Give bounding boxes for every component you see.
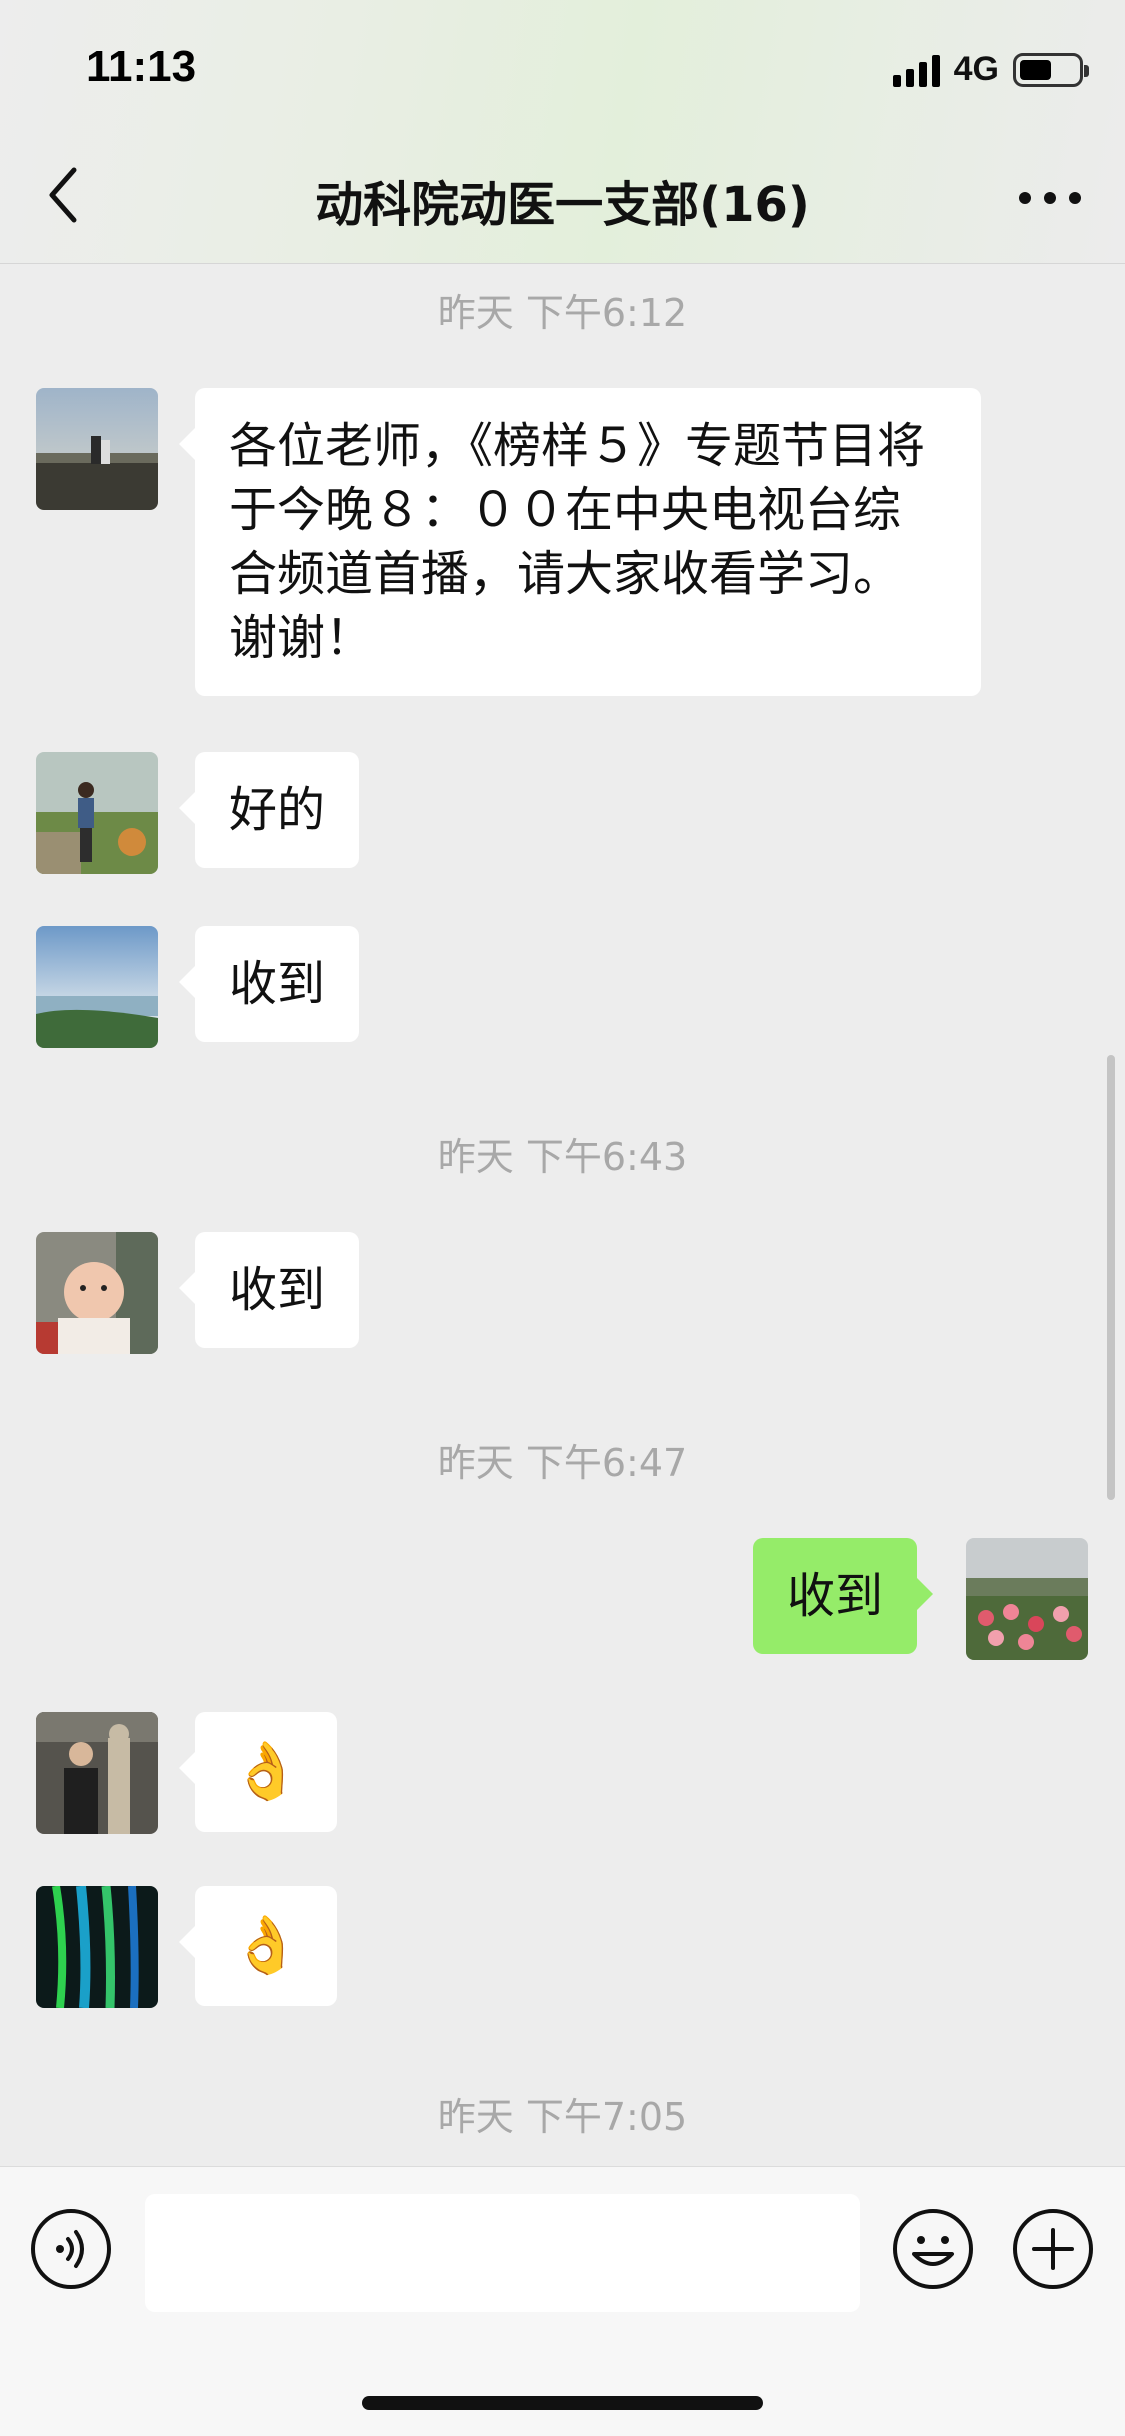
avatar-image bbox=[36, 752, 158, 874]
chat-title: 动科院动医一支部(16) bbox=[315, 177, 810, 233]
avatar[interactable] bbox=[36, 752, 158, 874]
voice-icon bbox=[31, 2209, 111, 2289]
avatar-image bbox=[36, 926, 158, 1048]
avatar-image bbox=[36, 1886, 158, 2008]
my-avatar[interactable] bbox=[966, 1538, 1088, 1660]
message-bubble[interactable]: 👌 bbox=[179, 1886, 337, 2006]
emoji-icon bbox=[893, 2209, 973, 2289]
plus-button[interactable] bbox=[1012, 2208, 1094, 2290]
signal-icon bbox=[892, 53, 940, 87]
status-indicators: 4G bbox=[892, 50, 1089, 89]
avatar[interactable] bbox=[36, 1712, 158, 1834]
avatar[interactable] bbox=[36, 1232, 158, 1354]
avatar-image bbox=[36, 388, 158, 510]
message-bubble[interactable]: 各位老师，《榜样５》专题节目将于今晚８：００在中央电视台综合频道首播，请大家收看… bbox=[179, 388, 981, 696]
avatar-image bbox=[966, 1538, 1088, 1660]
avatar-image bbox=[36, 1712, 158, 1834]
emoji-button[interactable] bbox=[892, 2208, 974, 2290]
timestamp: 昨天 下午7:05 bbox=[437, 2095, 688, 2139]
scrollbar[interactable] bbox=[1107, 1055, 1115, 1500]
avatar[interactable] bbox=[36, 1886, 158, 2008]
more-button[interactable] bbox=[1015, 178, 1085, 218]
message-input[interactable] bbox=[145, 2194, 860, 2312]
timestamp: 昨天 下午6:43 bbox=[437, 1135, 688, 1179]
message-bubble[interactable]: 好的 bbox=[178, 752, 360, 868]
avatar-image bbox=[36, 1232, 158, 1354]
status-time: 11:13 bbox=[86, 42, 197, 91]
plus-icon bbox=[1013, 2209, 1093, 2289]
avatar[interactable] bbox=[36, 926, 158, 1048]
battery-icon bbox=[1013, 52, 1089, 87]
avatar[interactable] bbox=[36, 388, 158, 510]
sent-message-bubble[interactable]: 收到 bbox=[753, 1538, 934, 1654]
timestamp: 昨天 下午6:47 bbox=[437, 1441, 688, 1485]
message-bubble[interactable]: 👌 bbox=[179, 1712, 337, 1832]
message-bubble[interactable]: 收到 bbox=[178, 926, 360, 1042]
network-type: 4G bbox=[953, 50, 999, 88]
voice-button[interactable] bbox=[30, 2208, 112, 2290]
timestamp: 昨天 下午6:12 bbox=[437, 291, 688, 335]
message-bubble[interactable]: 收到 bbox=[178, 1232, 360, 1348]
home-indicator[interactable] bbox=[362, 2396, 763, 2410]
more-icon bbox=[1019, 192, 1081, 204]
